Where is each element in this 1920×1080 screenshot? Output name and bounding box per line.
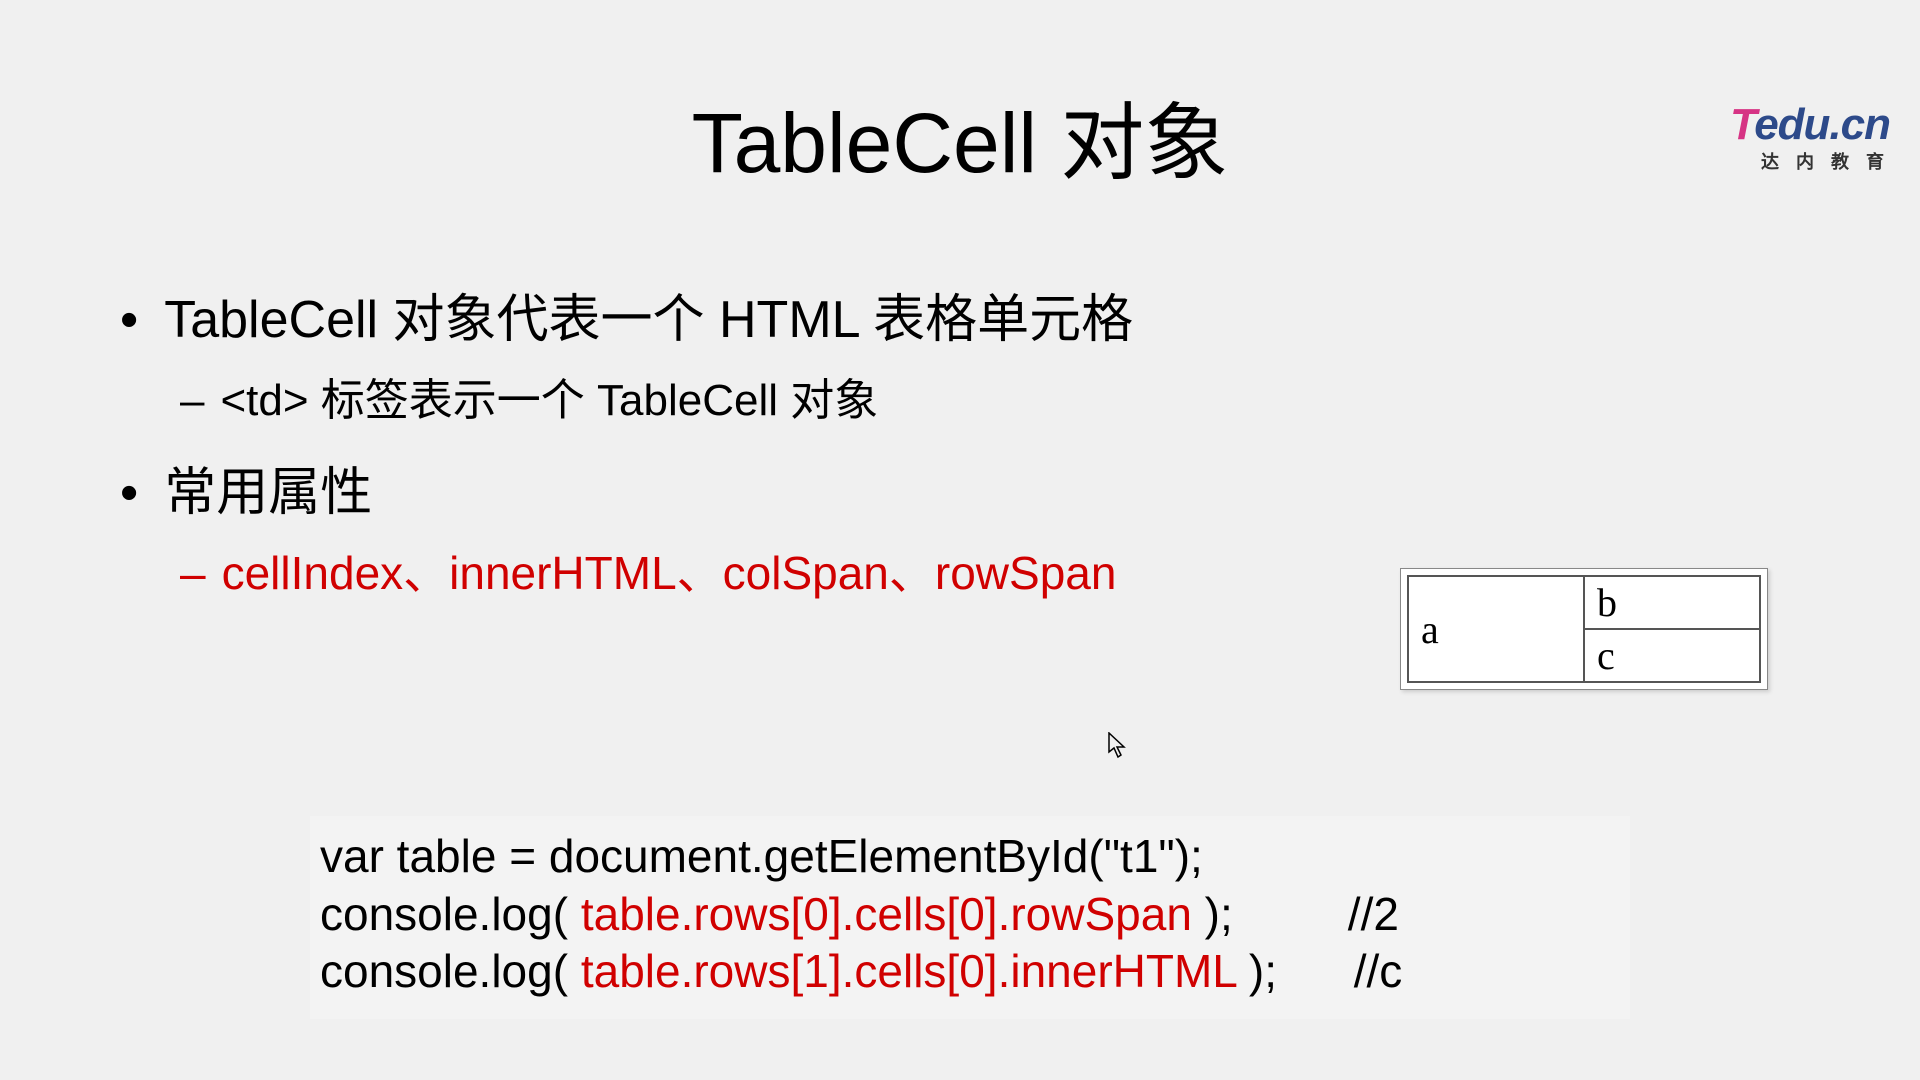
bullet-1-sub: <td> 标签表示一个 TableCell 对象 <box>180 364 1920 428</box>
bullet-2: 常用属性 <box>120 450 1920 525</box>
cell-a: a <box>1408 576 1584 682</box>
code-line-3: console.log( table.rows[1].cells[0].inne… <box>320 943 1620 1001</box>
logo-rest: edu.cn <box>1754 100 1890 149</box>
bullet-1: TableCell 对象代表一个 HTML 表格单元格 <box>120 277 1920 352</box>
logo: Tedu.cn 达 内 教 育 <box>1730 100 1890 174</box>
logo-t: T <box>1730 100 1754 149</box>
cursor-icon <box>1108 732 1130 767</box>
logo-main: Tedu.cn <box>1730 100 1890 150</box>
logo-sub: 达 内 教 育 <box>1730 148 1890 174</box>
code-block: var table = document.getElementById("t1"… <box>310 816 1630 1019</box>
slide: Tedu.cn 达 内 教 育 TableCell 对象 TableCell 对… <box>0 76 1920 1080</box>
code-line-1: var table = document.getElementById("t1"… <box>320 828 1620 886</box>
code-line-2: console.log( table.rows[0].cells[0].rowS… <box>320 886 1620 944</box>
example-table: a b c <box>1400 568 1768 690</box>
slide-title: TableCell 对象 <box>0 76 1920 197</box>
cell-b: b <box>1584 576 1760 629</box>
content-area: TableCell 对象代表一个 HTML 表格单元格 <td> 标签表示一个 … <box>120 277 1920 603</box>
cell-c: c <box>1584 629 1760 682</box>
